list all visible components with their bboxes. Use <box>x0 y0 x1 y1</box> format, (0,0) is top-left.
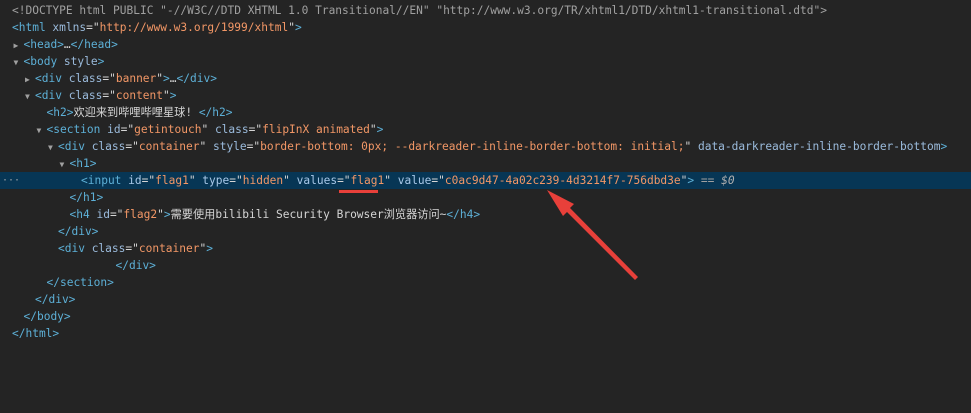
red-arrow-shape <box>547 190 638 280</box>
red-arrow-annotation <box>547 190 638 280</box>
